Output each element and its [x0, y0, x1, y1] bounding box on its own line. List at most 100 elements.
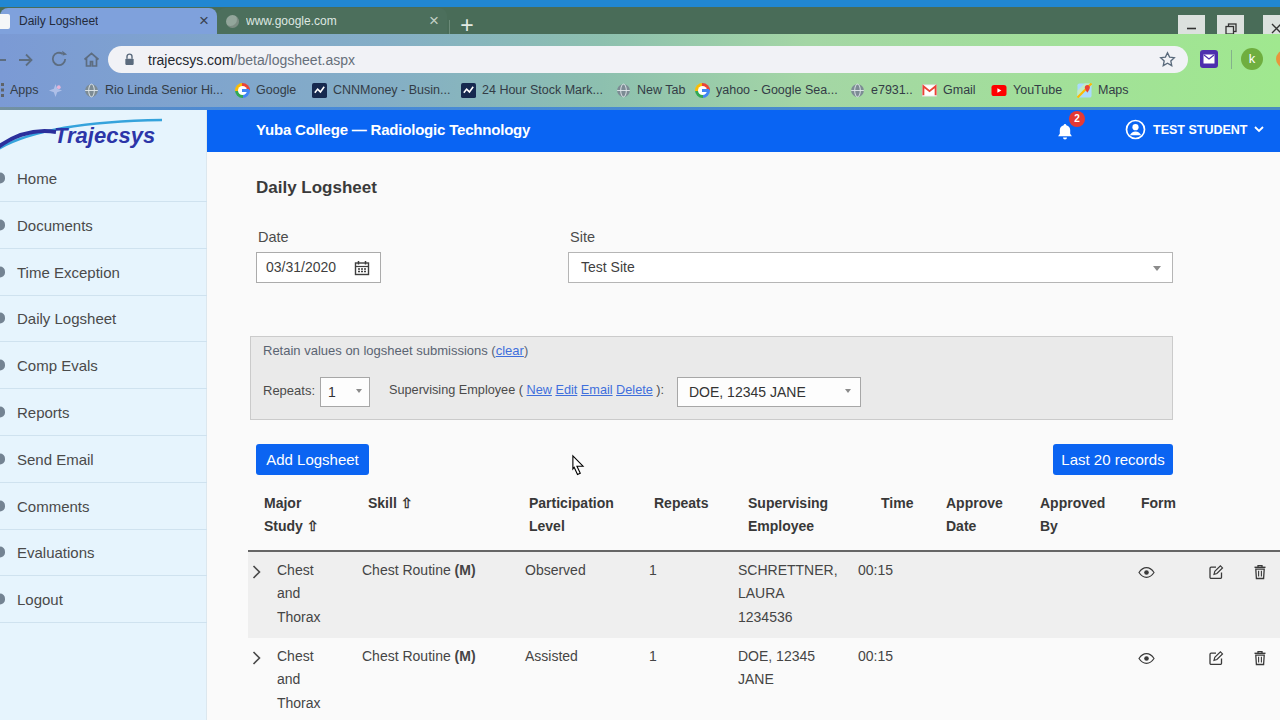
column-header[interactable]: Participation [529, 495, 614, 511]
calendar-icon[interactable] [354, 260, 370, 276]
add-logsheet-button[interactable]: Add Logsheet [256, 444, 369, 475]
trajecsys-logo: Trajecsys [0, 112, 180, 156]
bookmark-gmail[interactable]: Gmail [922, 79, 976, 101]
site-select[interactable]: Test Site [568, 252, 1173, 283]
apps-icon [0, 83, 4, 97]
sidebar-item-evaluations[interactable]: Evaluations [0, 529, 207, 576]
home-icon[interactable] [82, 50, 101, 69]
bookmark-google[interactable]: Google [235, 79, 296, 101]
sidebar-item-time-exception[interactable]: Time Exception [0, 249, 207, 296]
sidebar-item-label: Documents [17, 216, 93, 233]
tab-close-icon[interactable]: × [199, 11, 209, 31]
delete-icon[interactable] [1253, 564, 1267, 584]
app-header-title: Yuba College — Radiologic Technology [256, 121, 530, 138]
sidebar-item-icon [0, 173, 5, 184]
bookmark-maps[interactable]: Maps [1077, 79, 1129, 101]
sidebar-item-send-email[interactable]: Send Email [0, 436, 207, 483]
extension-icon[interactable] [1200, 50, 1218, 68]
clear-link[interactable]: clear [496, 343, 524, 358]
edit-icon[interactable] [1208, 564, 1224, 584]
sidebar-item-comp-evals[interactable]: Comp Evals [0, 342, 207, 389]
profile-avatar[interactable]: k [1241, 48, 1263, 70]
bookmark-label: Rio Linda Senior Hi... [105, 83, 223, 97]
last-20-records-button[interactable]: Last 20 records [1053, 444, 1173, 475]
sidebar-item-comments[interactable]: Comments [0, 483, 207, 530]
column-header[interactable]: Time [881, 495, 913, 511]
bookmark-youtube[interactable]: YouTube [991, 79, 1062, 101]
column-header[interactable]: Skill ⇧ [368, 495, 412, 511]
globe-icon [84, 83, 99, 98]
sidebar-item-icon [0, 219, 5, 230]
back-icon[interactable] [0, 50, 9, 70]
tab-strip: Daily Logsheet × www.google.com × + [0, 7, 1280, 34]
retain-text: Retain values on logsheet submissions (c… [263, 343, 528, 358]
reload-icon[interactable] [50, 50, 68, 68]
site-label: Site [570, 229, 595, 245]
sidebar-item-icon [0, 547, 5, 558]
bookmark-apps[interactable]: Apps [0, 79, 39, 101]
view-icon[interactable] [1138, 651, 1155, 669]
page-title: Daily Logsheet [256, 178, 377, 198]
cell-supervising-employee: LAURA [738, 585, 785, 601]
edit-icon[interactable] [1208, 650, 1224, 670]
bookmark-star-icon[interactable] [1159, 51, 1176, 68]
bookmark-yahoo-google-sea[interactable]: yahoo - Google Sea... [695, 79, 838, 101]
bookmark-24-hour-stock-mark[interactable]: 24 Hour Stock Mark... [461, 79, 603, 101]
sidebar-item-documents[interactable]: Documents [0, 202, 207, 249]
column-header[interactable]: Form [1141, 495, 1176, 511]
tab-daily-logsheet[interactable]: Daily Logsheet × [0, 8, 217, 34]
view-icon[interactable] [1138, 565, 1155, 583]
column-header[interactable]: Approve [946, 495, 1003, 511]
site-select-caret-icon [1153, 266, 1161, 271]
sidebar-item-label: Evaluations [17, 544, 95, 561]
bookmark-e7931[interactable]: e7931.. [850, 79, 913, 101]
supervising-select[interactable]: DOE, 12345 JANE [677, 377, 861, 407]
column-header[interactable]: Supervising [748, 495, 828, 511]
sparkle-icon [48, 83, 63, 98]
sidebar-item-home[interactable]: Home [0, 155, 207, 202]
sidebar-item-label: Logout [17, 591, 63, 608]
edit-link[interactable]: Edit [555, 383, 577, 397]
cell-supervising-employee: 1234536 [738, 609, 793, 625]
bookmark-cnnmoney-busin[interactable]: CNNMoney - Busin... [312, 79, 450, 101]
cell-skill: Chest Routine (M) [362, 562, 476, 578]
email-link[interactable]: Email [581, 383, 613, 397]
bookmark-rio-linda-senior-hi[interactable]: Rio Linda Senior Hi... [84, 79, 223, 101]
repeats-value: 1 [328, 384, 336, 400]
column-header[interactable]: Repeats [654, 495, 708, 511]
globe-icon [850, 83, 865, 98]
url-text: trajecsys.com/beta/logsheet.aspx [148, 52, 355, 68]
google-icon [235, 83, 250, 98]
column-header[interactable]: Date [946, 518, 976, 534]
column-header[interactable]: Employee [748, 518, 814, 534]
retain-values-panel: Retain values on logsheet submissions (c… [250, 336, 1173, 420]
row-expand-icon[interactable] [252, 650, 261, 670]
user-menu[interactable]: TEST STUDENT [1125, 119, 1264, 140]
row-expand-icon[interactable] [252, 564, 261, 584]
bookmark-new-tab[interactable]: New Tab [616, 79, 685, 101]
new-link[interactable]: New [527, 383, 552, 397]
repeats-select[interactable]: 1 [320, 377, 370, 407]
column-header[interactable]: Approved [1040, 495, 1105, 511]
tab-separator [449, 20, 450, 35]
column-header[interactable]: Study ⇧ [264, 518, 319, 534]
delete-link[interactable]: Delete [616, 383, 653, 397]
delete-icon[interactable] [1253, 650, 1267, 670]
tab-close-icon[interactable]: × [429, 11, 439, 31]
address-bar[interactable]: trajecsys.com/beta/logsheet.aspx [108, 46, 1188, 73]
minimize-icon [1186, 23, 1197, 34]
repeats-label: Repeats: [263, 383, 315, 398]
cell-time: 00:15 [858, 648, 893, 664]
tab-google[interactable]: www.google.com × [217, 8, 447, 34]
sidebar-item-icon [0, 360, 5, 371]
sidebar-item-daily-logsheet[interactable]: Daily Logsheet [0, 295, 207, 342]
column-header[interactable]: Major [264, 495, 301, 511]
bookmark-icon[interactable] [48, 79, 63, 101]
forward-icon[interactable] [16, 50, 36, 70]
sidebar-item-logout[interactable]: Logout [0, 576, 207, 623]
column-header[interactable]: Level [529, 518, 565, 534]
date-input[interactable]: 03/31/2020 [256, 252, 381, 283]
restore-icon [1225, 23, 1237, 35]
column-header[interactable]: By [1040, 518, 1058, 534]
sidebar-item-reports[interactable]: Reports [0, 389, 207, 436]
